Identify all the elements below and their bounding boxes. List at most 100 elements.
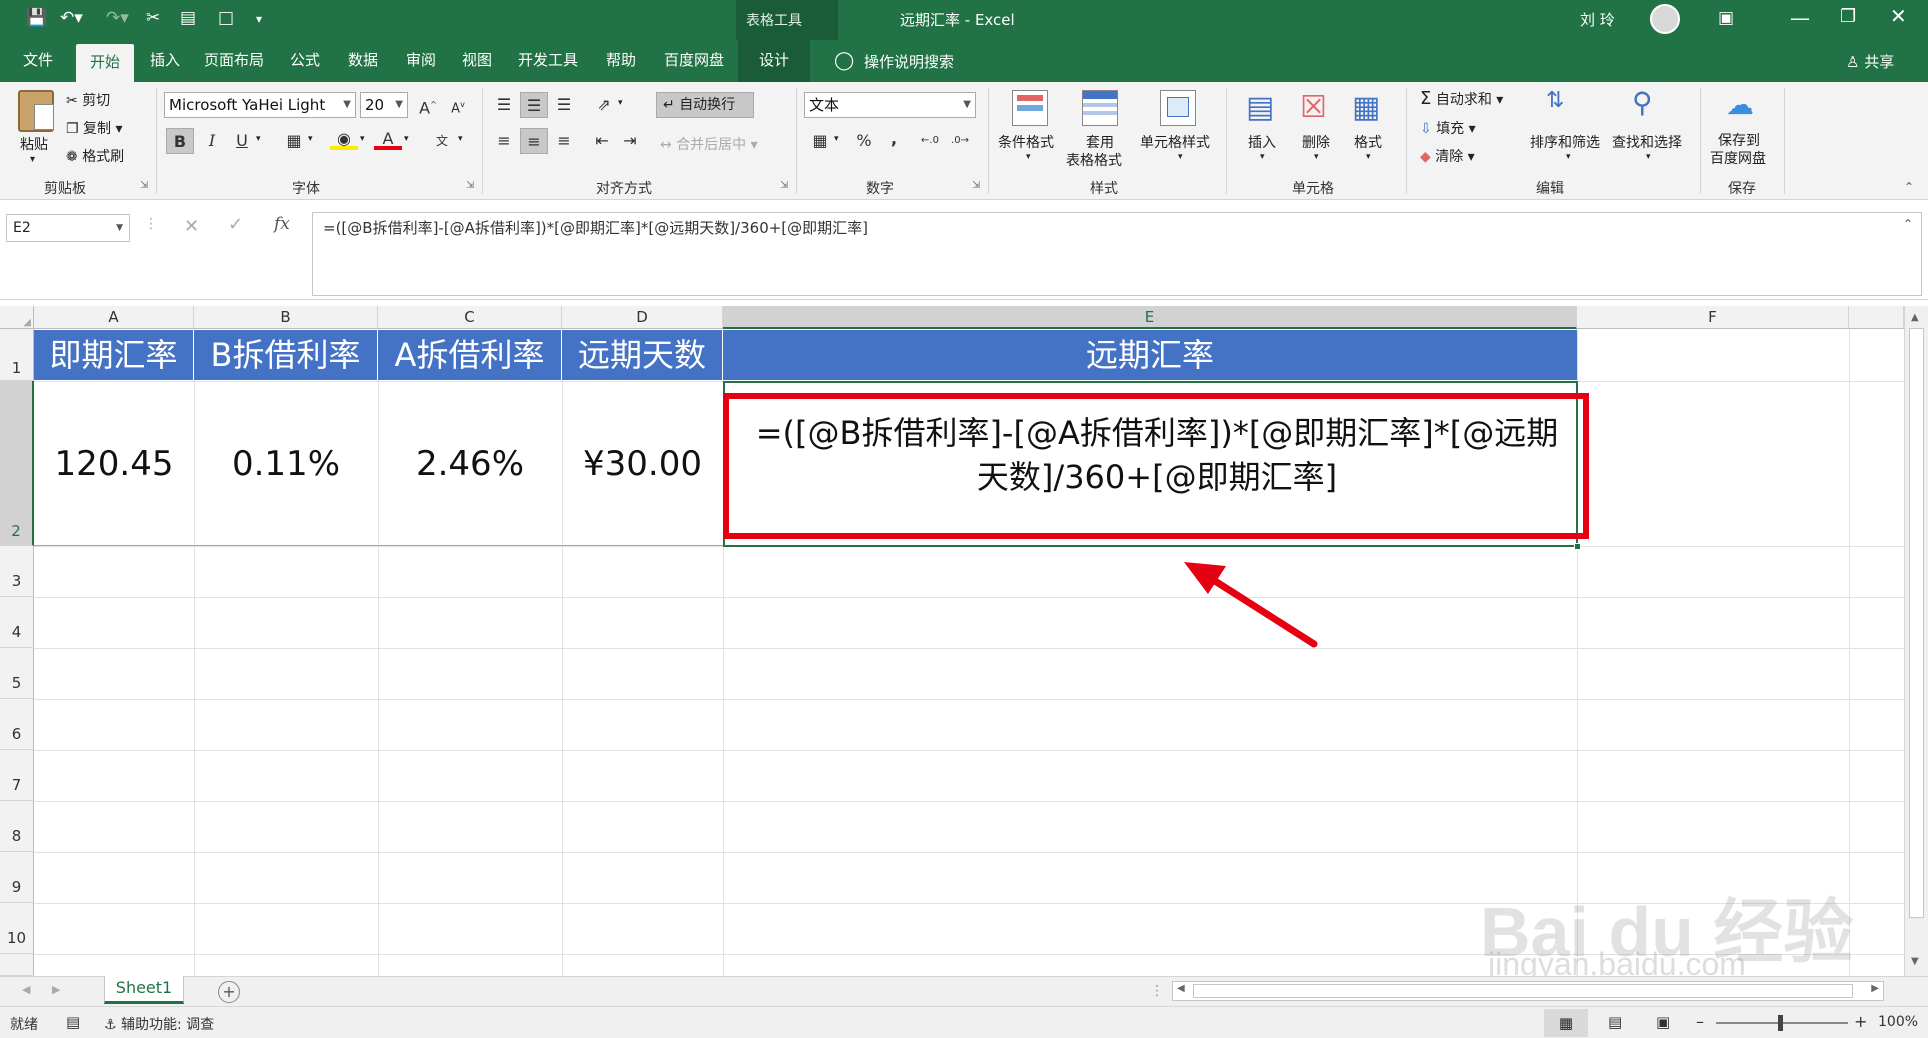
table-header-a-rate[interactable]: A拆借利率 <box>378 330 562 380</box>
new-file-icon[interactable]: □ <box>218 8 234 28</box>
avatar[interactable] <box>1650 4 1680 34</box>
minimize-icon[interactable]: — <box>1790 6 1810 30</box>
conditional-format-button[interactable]: 条件格式 <box>998 132 1054 152</box>
format-painter-button[interactable]: ❁ 格式刷 <box>66 146 124 166</box>
tab-home[interactable]: 开始 <box>76 44 134 82</box>
tab-insert[interactable]: 插入 <box>140 40 190 82</box>
font-color-dropdown-icon[interactable]: ▾ <box>404 134 409 144</box>
customize-qa-icon[interactable]: ▾ <box>256 12 262 26</box>
orientation-icon[interactable]: ⇗ <box>590 92 618 118</box>
tab-baidu-netdisk[interactable]: 百度网盘 <box>654 40 734 82</box>
row-header-11[interactable] <box>0 954 34 976</box>
increase-indent-icon[interactable]: ⇥ <box>616 128 644 154</box>
save-icon[interactable]: 💾 <box>26 8 47 28</box>
cut-button[interactable]: ✂ 剪切 <box>66 90 110 110</box>
scroll-left-icon[interactable]: ◀ <box>1177 983 1185 994</box>
page-layout-view-icon[interactable]: ▤ <box>1608 1013 1622 1031</box>
delete-cells-button[interactable]: 删除 <box>1302 132 1330 152</box>
undo-icon[interactable]: ↶▾ <box>60 8 83 28</box>
phonetic-button[interactable]: 文 <box>428 128 456 154</box>
row-header-3[interactable]: 3 <box>0 546 34 597</box>
column-header-c[interactable]: C <box>378 306 562 329</box>
sort-dropdown-icon[interactable]: ▾ <box>1566 152 1571 162</box>
scroll-right-icon[interactable]: ▶ <box>1871 983 1879 994</box>
tell-me-search[interactable]: 操作说明搜索 <box>864 51 954 72</box>
cell-styles-button[interactable]: 单元格样式 <box>1140 132 1210 152</box>
format-dropdown-icon[interactable]: ▾ <box>1366 152 1371 162</box>
comma-button[interactable]: , <box>880 126 908 152</box>
italic-button[interactable]: I <box>198 128 226 154</box>
decrease-font-button[interactable]: Av <box>444 92 472 118</box>
paste-button[interactable]: 粘贴 <box>20 134 48 154</box>
row-header-9[interactable]: 9 <box>0 852 34 903</box>
fill-color-dropdown-icon[interactable]: ▾ <box>360 134 365 144</box>
restore-icon[interactable]: ❐ <box>1840 6 1856 27</box>
row-header-1[interactable]: 1 <box>0 329 34 381</box>
zoom-in-icon[interactable]: + <box>1854 1012 1867 1031</box>
share-button[interactable]: ♙ 共享 <box>1846 51 1894 72</box>
font-size-select[interactable]: 20 ▼ <box>360 92 408 118</box>
column-header-e[interactable]: E <box>723 306 1577 329</box>
save-to-netdisk-line2[interactable]: 百度网盘 <box>1710 148 1766 168</box>
column-header-a[interactable]: A <box>34 306 194 329</box>
underline-button[interactable]: U <box>228 128 256 154</box>
format-cells-button[interactable]: 格式 <box>1354 132 1382 152</box>
align-bottom-icon[interactable]: ☰ <box>550 92 578 118</box>
table-header-forward-rate[interactable]: 远期汇率 <box>723 330 1577 380</box>
tab-formulas[interactable]: 公式 <box>280 40 330 82</box>
tab-design[interactable]: 设计 <box>738 40 810 82</box>
insert-function-icon[interactable]: fx <box>274 214 290 234</box>
collapse-ribbon-icon[interactable]: ⌃ <box>1904 180 1914 194</box>
accessibility-status[interactable]: ⚓ 辅助功能: 调查 <box>104 1014 214 1034</box>
zoom-slider-thumb[interactable] <box>1778 1015 1783 1031</box>
add-sheet-icon[interactable]: + <box>218 981 240 1003</box>
row-header-7[interactable]: 7 <box>0 750 34 801</box>
tab-developer[interactable]: 开发工具 <box>508 40 588 82</box>
font-name-select[interactable]: Microsoft YaHei Light ▼ <box>164 92 356 118</box>
align-top-icon[interactable]: ☰ <box>490 92 518 118</box>
cell-c2[interactable]: 2.46% <box>378 444 562 484</box>
scroll-thumb[interactable] <box>1909 328 1924 918</box>
cell-b2[interactable]: 0.11% <box>194 444 378 484</box>
fill-color-icon[interactable]: ◉ <box>330 126 358 150</box>
scroll-up-icon[interactable]: ▲ <box>1911 312 1919 323</box>
increase-decimal-icon[interactable]: ←.0 <box>916 128 944 154</box>
horizontal-scrollbar[interactable]: ◀ ▶ <box>1172 981 1884 1001</box>
phonetic-dropdown-icon[interactable]: ▾ <box>458 134 463 144</box>
delete-dropdown-icon[interactable]: ▾ <box>1314 152 1319 162</box>
percent-button[interactable]: % <box>850 128 878 154</box>
next-sheet-icon[interactable]: ▶ <box>52 983 60 996</box>
tab-page-layout[interactable]: 页面布局 <box>196 40 272 82</box>
zoom-out-icon[interactable]: – <box>1696 1012 1704 1031</box>
align-left-icon[interactable]: ≡ <box>490 128 518 154</box>
row-header-5[interactable]: 5 <box>0 648 34 699</box>
borders-icon[interactable]: ▦ <box>280 128 308 154</box>
cell-a2[interactable]: 120.45 <box>34 444 194 484</box>
row-header-2[interactable]: 2 <box>0 381 34 546</box>
tab-help[interactable]: 帮助 <box>596 40 646 82</box>
vertical-scrollbar[interactable]: ▲ ▼ <box>1904 306 1928 976</box>
cell-d2[interactable]: ¥30.00 <box>562 444 723 484</box>
orientation-dropdown-icon[interactable]: ▾ <box>618 98 623 108</box>
macro-record-icon[interactable]: ▤ <box>66 1013 80 1031</box>
cancel-icon[interactable]: ✕ <box>184 216 199 237</box>
h-scroll-thumb[interactable] <box>1193 984 1853 998</box>
zoom-slider[interactable] <box>1716 1015 1848 1031</box>
sort-filter-button[interactable]: 排序和筛选 <box>1530 132 1600 152</box>
column-header-b[interactable]: B <box>194 306 378 329</box>
align-right-icon[interactable]: ≡ <box>550 128 578 154</box>
font-launcher-icon[interactable]: ⇲ <box>466 180 474 191</box>
redo-icon[interactable]: ↷▾ <box>106 8 129 28</box>
row-header-8[interactable]: 8 <box>0 801 34 852</box>
row-header-10[interactable]: 10 <box>0 903 34 954</box>
increase-font-button[interactable]: A^ <box>414 92 442 118</box>
fill-handle[interactable] <box>1574 543 1581 550</box>
alignment-launcher-icon[interactable]: ⇲ <box>780 180 788 191</box>
tab-view[interactable]: 视图 <box>452 40 502 82</box>
name-box[interactable]: E2 ▼ <box>6 214 130 242</box>
column-header-d[interactable]: D <box>562 306 723 329</box>
enter-icon[interactable]: ✓ <box>228 214 243 235</box>
table-header-b-rate[interactable]: B拆借利率 <box>194 330 378 380</box>
decrease-decimal-icon[interactable]: .0→ <box>946 128 974 154</box>
split-handle-icon[interactable]: ⋮ <box>1150 983 1164 999</box>
